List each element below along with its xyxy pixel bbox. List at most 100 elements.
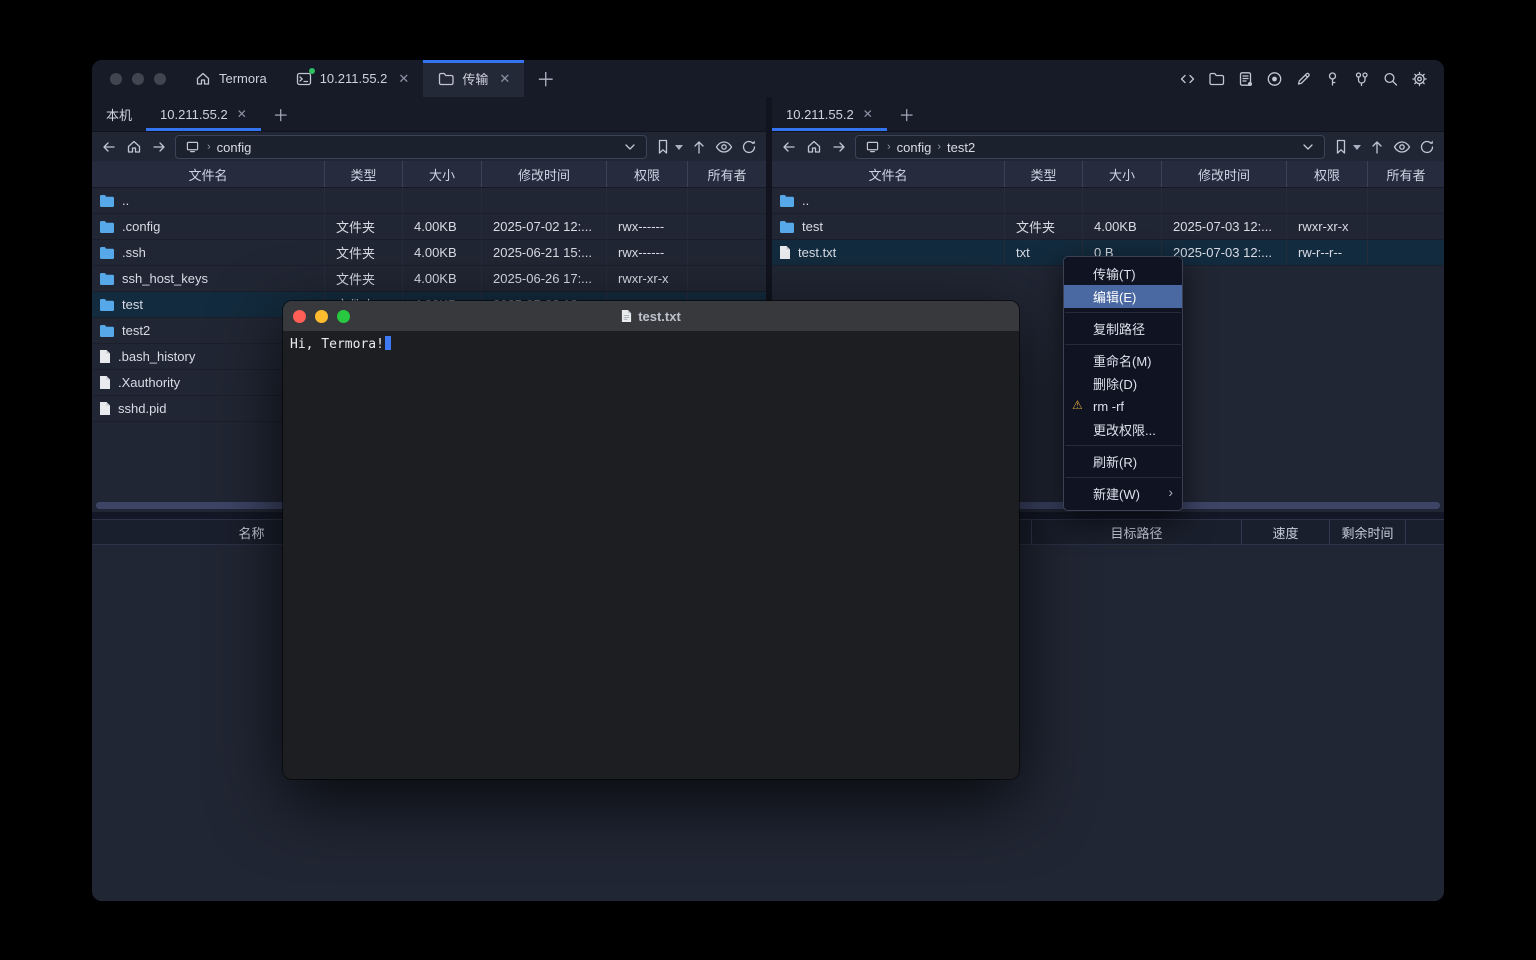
- folder-icon: [99, 272, 115, 285]
- forward-icon[interactable]: [150, 138, 168, 156]
- table-row[interactable]: ..: [92, 188, 766, 214]
- tab-remote-left[interactable]: 10.211.55.2 ✕: [146, 97, 261, 131]
- refresh-icon[interactable]: [1418, 138, 1436, 156]
- new-tab-button[interactable]: ＋: [524, 60, 567, 97]
- close-tab-icon[interactable]: ✕: [499, 71, 510, 87]
- home-icon[interactable]: [805, 138, 823, 156]
- transfer-column-eta[interactable]: 剩余时间: [1330, 520, 1406, 544]
- show-hidden-eye-icon[interactable]: [1393, 138, 1411, 156]
- menu-item-refresh[interactable]: 刷新(R): [1064, 450, 1182, 473]
- column-header-perm[interactable]: 权限: [1287, 161, 1368, 187]
- menu-item-rm-rf[interactable]: ⚠rm -rf: [1064, 395, 1182, 418]
- column-header-name[interactable]: 文件名: [92, 161, 325, 187]
- forward-icon[interactable]: [830, 138, 848, 156]
- close-tab-icon[interactable]: ✕: [398, 71, 409, 87]
- tab-home[interactable]: Termora: [180, 60, 281, 97]
- folder-icon: [779, 220, 795, 233]
- menu-item-change-permissions[interactable]: 更改权限...: [1064, 418, 1182, 441]
- search-icon[interactable]: [1381, 70, 1399, 88]
- chevron-down-icon[interactable]: [621, 138, 639, 156]
- column-header-size[interactable]: 大小: [403, 161, 482, 187]
- file-icon: [99, 401, 111, 416]
- transfer-column-speed[interactable]: 速度: [1242, 520, 1330, 544]
- tab-local[interactable]: 本机: [92, 97, 146, 131]
- record-icon[interactable]: [1265, 70, 1283, 88]
- home-icon[interactable]: [125, 138, 143, 156]
- keychain-icon[interactable]: [1352, 70, 1370, 88]
- show-hidden-eye-icon[interactable]: [715, 138, 733, 156]
- refresh-icon[interactable]: [740, 138, 758, 156]
- file-name: .Xauthority: [118, 375, 180, 390]
- warning-icon: ⚠: [1072, 398, 1083, 412]
- column-header-owner[interactable]: 所有者: [688, 161, 766, 187]
- close-tab-icon[interactable]: ✕: [863, 107, 873, 121]
- back-icon[interactable]: [100, 138, 118, 156]
- breadcrumb-test2[interactable]: test2: [947, 140, 975, 155]
- column-header-type[interactable]: 类型: [1005, 161, 1083, 187]
- table-row[interactable]: ..: [772, 188, 1444, 214]
- bookmark-dropdown-icon[interactable]: [674, 138, 683, 156]
- menu-item-transfer[interactable]: 传输(T): [1064, 262, 1182, 285]
- menu-item-edit[interactable]: 编辑(E): [1064, 285, 1182, 308]
- column-header-type[interactable]: 类型: [325, 161, 403, 187]
- path-breadcrumb-field[interactable]: › config › test2: [855, 135, 1325, 159]
- breadcrumb-config[interactable]: config: [897, 140, 932, 155]
- column-header-mtime[interactable]: 修改时间: [1162, 161, 1287, 187]
- editor-text-area[interactable]: Hi, Termora!: [283, 331, 1019, 779]
- file-icon: [621, 309, 632, 323]
- tab-local-label: 本机: [106, 105, 132, 124]
- bookmark-icon[interactable]: [654, 138, 672, 156]
- bookmark-icon[interactable]: [1332, 138, 1350, 156]
- tab-terminal-session[interactable]: 10.211.55.2 ✕: [281, 60, 424, 97]
- table-row[interactable]: .config 文件夹4.00KB2025-07-02 12:...rwx---…: [92, 214, 766, 240]
- titlebar: Termora 10.211.55.2 ✕ 传输 ✕ ＋: [92, 60, 1444, 97]
- back-icon[interactable]: [780, 138, 798, 156]
- key-icon[interactable]: [1323, 70, 1341, 88]
- menu-item-copy-path[interactable]: 复制路径: [1064, 317, 1182, 340]
- maximize-window-button[interactable]: [154, 73, 166, 85]
- window-controls: [92, 60, 180, 97]
- path-breadcrumb-field[interactable]: › config: [175, 135, 647, 159]
- chevron-down-icon[interactable]: [1299, 138, 1317, 156]
- column-header-size[interactable]: 大小: [1083, 161, 1162, 187]
- transfer-column-target[interactable]: 目标路径: [1032, 520, 1242, 544]
- log-icon[interactable]: [1236, 70, 1254, 88]
- close-window-button[interactable]: [293, 310, 306, 323]
- file-name: ssh_host_keys: [122, 271, 208, 286]
- folder-icon: [779, 194, 795, 207]
- upload-icon[interactable]: [690, 138, 708, 156]
- settings-gear-icon[interactable]: [1410, 70, 1428, 88]
- tab-remote-label: 10.211.55.2: [160, 107, 228, 122]
- editor-titlebar[interactable]: test.txt: [283, 301, 1019, 331]
- minimize-window-button[interactable]: [315, 310, 328, 323]
- tab-transfer[interactable]: 传输 ✕: [423, 60, 524, 97]
- bookmark-dropdown-icon[interactable]: [1352, 138, 1361, 156]
- menu-item-rename[interactable]: 重命名(M): [1064, 349, 1182, 372]
- column-header-owner[interactable]: 所有者: [1368, 161, 1444, 187]
- breadcrumb-config[interactable]: config: [217, 140, 252, 155]
- file-name: ..: [122, 193, 129, 208]
- titlebar-actions: [1178, 60, 1444, 97]
- menu-item-delete[interactable]: 删除(D): [1064, 372, 1182, 395]
- menu-item-new[interactable]: 新建(W)›: [1064, 482, 1182, 505]
- menu-separator: [1065, 445, 1181, 446]
- table-row[interactable]: ssh_host_keys 文件夹4.00KB2025-06-26 17:...…: [92, 266, 766, 292]
- add-panel-tab-button[interactable]: ＋: [261, 97, 301, 131]
- editor-title: test.txt: [638, 309, 681, 324]
- snippets-icon[interactable]: [1178, 70, 1196, 88]
- folder-icon: [99, 194, 115, 207]
- close-tab-icon[interactable]: ✕: [237, 107, 247, 121]
- maximize-window-button[interactable]: [337, 310, 350, 323]
- edit-icon[interactable]: [1294, 70, 1312, 88]
- column-header-name[interactable]: 文件名: [772, 161, 1005, 187]
- folder-icon[interactable]: [1207, 70, 1225, 88]
- column-header-mtime[interactable]: 修改时间: [482, 161, 607, 187]
- table-row[interactable]: .ssh 文件夹4.00KB2025-06-21 15:...rwx------: [92, 240, 766, 266]
- tab-remote-right[interactable]: 10.211.55.2 ✕: [772, 97, 887, 131]
- minimize-window-button[interactable]: [132, 73, 144, 85]
- column-header-perm[interactable]: 权限: [607, 161, 688, 187]
- upload-icon[interactable]: [1368, 138, 1386, 156]
- close-window-button[interactable]: [110, 73, 122, 85]
- table-row[interactable]: test 文件夹4.00KB2025-07-03 12:...rwxr-xr-x: [772, 214, 1444, 240]
- add-panel-tab-button[interactable]: ＋: [887, 97, 927, 131]
